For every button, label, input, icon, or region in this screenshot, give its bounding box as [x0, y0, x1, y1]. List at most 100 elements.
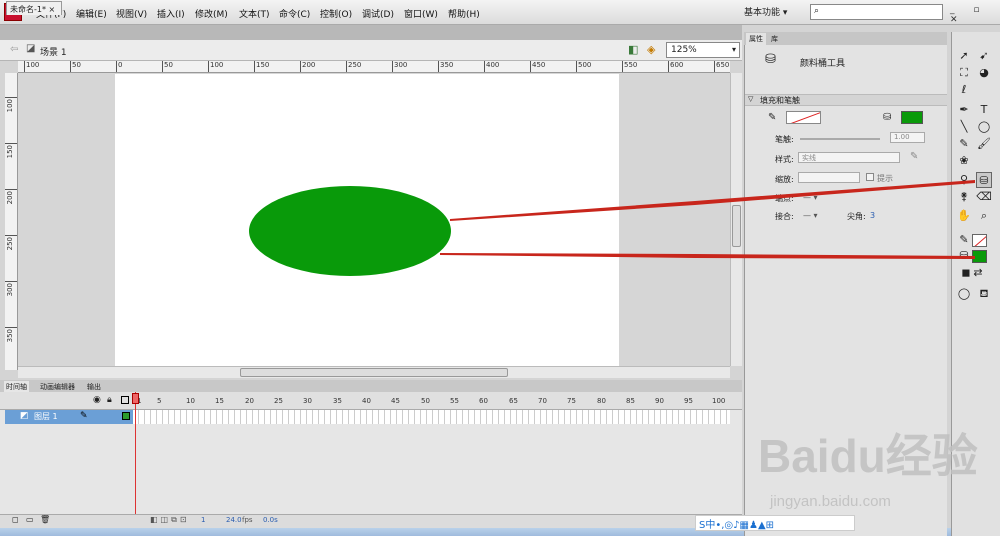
- object-drawing-icon[interactable]: ◯: [956, 286, 972, 302]
- green-ellipse[interactable]: [249, 186, 451, 276]
- edit-symbols-icon[interactable]: ◈: [647, 43, 655, 56]
- ruler-tick: [438, 61, 439, 72]
- menu-commands[interactable]: 命令(C): [279, 7, 310, 20]
- ruler-label: 500: [578, 61, 592, 69]
- edit-scene-icon[interactable]: ◧: [628, 43, 638, 56]
- fill-bucket-icon: ⛁: [883, 112, 892, 123]
- ruler-label: 550: [624, 61, 638, 69]
- scale-select[interactable]: [798, 172, 860, 183]
- paint-bucket-icon: ⛁: [765, 52, 776, 67]
- fill-color-icon: ⛁: [959, 249, 969, 262]
- menu-view[interactable]: 视图(V): [116, 7, 147, 20]
- ruler-label: 300: [6, 283, 14, 297]
- menu-help[interactable]: 帮助(H): [448, 7, 480, 20]
- vertical-scroll-thumb[interactable]: [732, 205, 741, 247]
- frame-number: 75: [567, 397, 576, 405]
- tool-name: 颜料桶工具: [800, 59, 846, 69]
- horizontal-scroll-thumb[interactable]: [240, 368, 508, 377]
- layer-name[interactable]: 图层 1: [34, 411, 58, 422]
- join-select[interactable]: — ▾: [803, 211, 818, 220]
- ruler-label: 100: [6, 99, 14, 113]
- frame-number: 15: [215, 397, 224, 405]
- section-title: 填充和笔触: [760, 96, 800, 105]
- delete-layer-icon[interactable]: 🗑︎: [40, 515, 50, 524]
- menu-modify[interactable]: 修改(M): [195, 7, 228, 20]
- edit-style-icon[interactable]: ✎: [910, 151, 918, 162]
- eyedropper-tool-icon[interactable]: ⚵: [956, 189, 972, 205]
- miter-label: 尖角:: [847, 212, 866, 221]
- hand-tool-icon[interactable]: ✋: [956, 208, 972, 224]
- stroke-width-input[interactable]: 1.00: [890, 132, 925, 143]
- zoom-tool-icon[interactable]: ⌕: [976, 208, 992, 224]
- ime-toolbar[interactable]: S中•,◎♪▦♟▲⊞: [695, 515, 855, 531]
- elapsed-time: 0.0s: [263, 516, 278, 524]
- playhead[interactable]: [132, 393, 139, 404]
- cap-select[interactable]: — ▾: [803, 193, 818, 202]
- frame-number: 70: [538, 397, 547, 405]
- frame-row[interactable]: [133, 410, 730, 424]
- paint-bucket-tool-icon[interactable]: ⛁: [976, 172, 992, 188]
- frame-number: 10: [186, 397, 195, 405]
- pencil-tool-icon[interactable]: ✎: [956, 136, 972, 152]
- workspace-switcher[interactable]: 基本功能 ▾: [744, 5, 787, 18]
- window-controls[interactable]: _ ▫ ✕: [950, 5, 1000, 25]
- menu-insert[interactable]: 插入(I): [157, 7, 185, 20]
- pen-tool-icon[interactable]: ✒: [956, 102, 972, 118]
- fps-value[interactable]: 24.0: [226, 516, 242, 524]
- close-icon[interactable]: ×: [49, 5, 56, 14]
- tool-fill-swatch[interactable]: [972, 250, 987, 263]
- subselection-tool-icon[interactable]: ➹: [976, 48, 992, 64]
- miter-value[interactable]: 3: [870, 211, 875, 220]
- frame-number: 90: [655, 397, 664, 405]
- ruler-label: 300: [394, 61, 408, 69]
- lasso-tool-icon[interactable]: ℓ: [956, 82, 972, 98]
- current-frame: 1: [201, 516, 206, 524]
- hint-label: 提示: [877, 174, 893, 183]
- ruler-label: 50: [72, 61, 81, 69]
- layer-color-icon[interactable]: [122, 412, 130, 420]
- 3d-rotation-icon[interactable]: ◕: [976, 65, 992, 81]
- line-tool-icon[interactable]: ╲: [956, 119, 972, 135]
- stroke-slider[interactable]: [800, 138, 880, 140]
- back-arrow-icon[interactable]: ⇦: [10, 44, 18, 55]
- ruler-label: 350: [440, 61, 454, 69]
- menu-text[interactable]: 文本(T): [239, 7, 270, 20]
- hint-checkbox[interactable]: [866, 173, 874, 181]
- menu-control[interactable]: 控制(O): [320, 7, 352, 20]
- menu-window[interactable]: 窗口(W): [404, 7, 438, 20]
- frame-number: 25: [274, 397, 283, 405]
- snap-icon[interactable]: ⛾: [976, 286, 992, 302]
- outline-icon[interactable]: [121, 396, 129, 404]
- tab-library[interactable]: 库: [768, 33, 781, 45]
- new-folder-icon[interactable]: ▭: [26, 515, 34, 524]
- stroke-color-swatch[interactable]: [786, 111, 821, 124]
- help-search-input[interactable]: ⌕: [810, 4, 943, 20]
- ruler-tick: [5, 235, 17, 236]
- lock-icon[interactable]: 🔒︎: [107, 395, 112, 405]
- fill-color-swatch[interactable]: [901, 111, 923, 124]
- brush-tool-icon[interactable]: 🖌︎: [976, 136, 992, 152]
- menu-debug[interactable]: 调试(D): [362, 7, 394, 20]
- new-layer-icon[interactable]: ◻: [12, 515, 19, 524]
- free-transform-icon[interactable]: ⛶: [956, 65, 972, 81]
- menu-edit[interactable]: 编辑(E): [76, 7, 107, 20]
- eraser-tool-icon[interactable]: ⌫: [976, 189, 992, 205]
- bone-tool-icon[interactable]: ⚲: [956, 172, 972, 188]
- zoom-select[interactable]: 125% ▾: [666, 42, 740, 58]
- style-select[interactable]: 实线: [798, 152, 900, 163]
- swap-colors-icon[interactable]: ⇄: [970, 265, 986, 281]
- document-tab[interactable]: 未命名-1* ×: [6, 1, 62, 15]
- ruler-tick: [5, 189, 17, 190]
- tool-stroke-swatch[interactable]: [972, 234, 987, 247]
- chevron-down-icon: ▾: [731, 45, 736, 54]
- text-tool-icon[interactable]: T: [976, 102, 992, 118]
- eye-icon[interactable]: ◉: [93, 395, 101, 405]
- onion-skin-icons[interactable]: ◧◫⧉⊡: [150, 515, 190, 525]
- ruler-label: 450: [532, 61, 546, 69]
- selection-tool-icon[interactable]: ➚: [956, 48, 972, 64]
- deco-tool-icon[interactable]: ❀: [956, 153, 972, 169]
- baidu-watermark: Baidu经验: [758, 430, 978, 482]
- tab-properties[interactable]: 属性: [746, 33, 766, 45]
- oval-tool-icon[interactable]: ◯: [976, 119, 992, 135]
- frame-number: 65: [509, 397, 518, 405]
